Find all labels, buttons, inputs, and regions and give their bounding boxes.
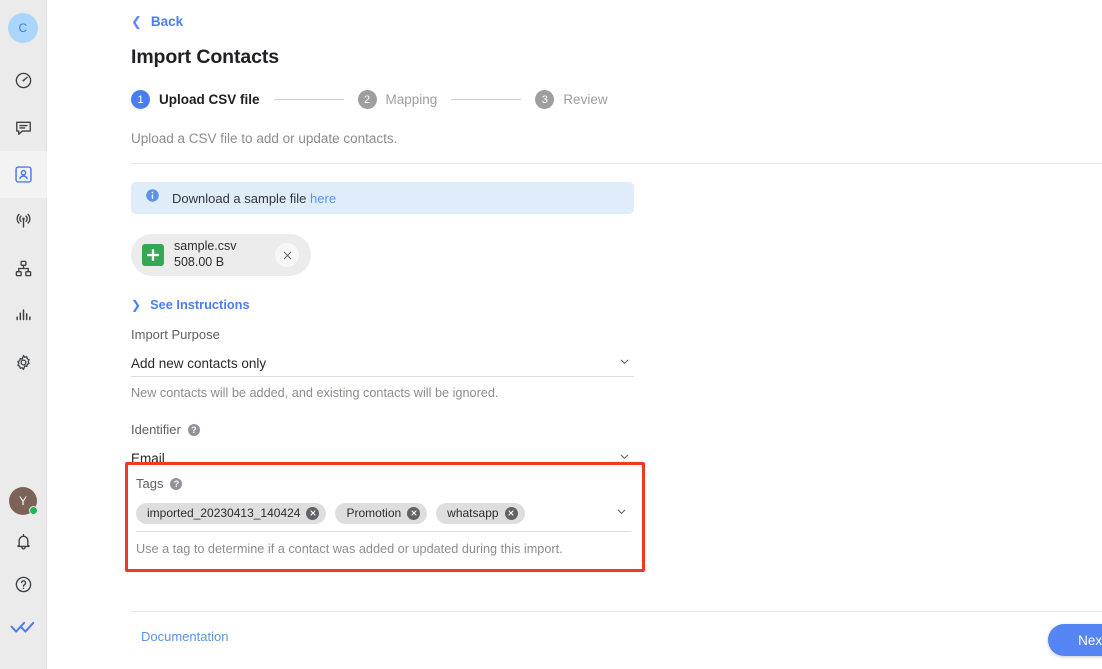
- sidebar-item-broadcasts[interactable]: [0, 198, 47, 245]
- step-number: 3: [535, 90, 555, 109]
- chevron-down-icon[interactable]: [615, 505, 628, 521]
- file-size: 508.00 B: [174, 255, 225, 269]
- see-instructions-toggle[interactable]: ❯ See Instructions: [131, 297, 250, 312]
- app-logo: [10, 608, 36, 651]
- file-meta: sample.csv 508.00 B: [174, 239, 237, 270]
- step-label: Mapping: [385, 92, 438, 107]
- step-connector: [451, 99, 522, 100]
- import-purpose-field: Import Purpose Add new contacts only New…: [131, 327, 634, 400]
- close-icon[interactable]: [306, 506, 320, 520]
- main-content: ❮ Back Import Contacts 1 Upload CSV file…: [47, 0, 1102, 669]
- help-circle-icon: [14, 575, 33, 599]
- info-icon: [145, 188, 160, 208]
- step-number: 2: [357, 90, 377, 109]
- sample-file-link[interactable]: here: [310, 191, 336, 206]
- page-title: Import Contacts: [131, 46, 280, 68]
- bell-icon: [14, 532, 33, 556]
- flow-icon: [14, 259, 33, 278]
- see-instructions-label: See Instructions: [150, 297, 250, 312]
- tags-field: Tags ? imported_20230413_140424 Promotio…: [136, 476, 631, 556]
- broadcast-icon: [14, 212, 33, 231]
- page-subtitle: Upload a CSV file to add or update conta…: [131, 131, 398, 146]
- help-icon[interactable]: ?: [187, 423, 200, 436]
- spreadsheet-icon: [142, 244, 164, 266]
- remove-file-button[interactable]: [275, 243, 299, 267]
- tag-chip-label: Promotion: [346, 506, 402, 520]
- tags-hint: Use a tag to determine if a contact was …: [136, 542, 563, 556]
- next-button[interactable]: Next: [1048, 624, 1102, 656]
- chevron-down-icon: [618, 355, 631, 371]
- chevron-right-icon: ❯: [131, 297, 142, 312]
- tag-chip-label: imported_20230413_140424: [147, 506, 301, 520]
- sidebar-item-dashboard[interactable]: [0, 57, 47, 104]
- banner-text: Download a sample file here: [172, 191, 336, 206]
- sidebar-item-contacts[interactable]: [0, 151, 47, 198]
- uploaded-file-chip: sample.csv 508.00 B: [131, 234, 311, 276]
- sidebar-item-conversations[interactable]: [0, 104, 47, 151]
- identifier-label: Identifier ?: [131, 422, 634, 437]
- analytics-icon: [14, 306, 33, 325]
- online-status-dot: [29, 505, 38, 515]
- settings-icon: [14, 353, 33, 372]
- tags-input-row[interactable]: imported_20230413_140424 Promotion whats…: [136, 501, 631, 532]
- step-review[interactable]: 3 Review: [535, 90, 608, 109]
- import-purpose-value: Add new contacts only: [131, 355, 267, 371]
- contacts-icon: [13, 164, 34, 185]
- chat-icon: [14, 118, 33, 137]
- import-purpose-hint: New contacts will be added, and existing…: [131, 386, 499, 400]
- back-button[interactable]: ❮ Back: [131, 0, 183, 29]
- account-avatar[interactable]: C: [8, 13, 38, 43]
- file-name: sample.csv: [174, 239, 237, 254]
- avatar[interactable]: Y: [9, 486, 38, 515]
- dashboard-icon: [14, 71, 33, 90]
- sidebar-item-settings[interactable]: [0, 339, 47, 386]
- tag-chip[interactable]: whatsapp: [436, 502, 525, 524]
- banner-message: Download a sample file: [172, 190, 311, 206]
- import-purpose-select[interactable]: Add new contacts only: [131, 350, 634, 377]
- step-label: Upload CSV file: [159, 92, 260, 107]
- tag-chip[interactable]: imported_20230413_140424: [136, 502, 327, 524]
- stepper: 1 Upload CSV file 2 Mapping 3 Review: [131, 90, 1102, 109]
- double-check-logo: [10, 619, 36, 640]
- tag-list: imported_20230413_140424 Promotion whats…: [136, 502, 525, 524]
- tags-field-highlight: Tags ? imported_20230413_140424 Promotio…: [125, 462, 645, 572]
- step-mapping[interactable]: 2 Mapping: [357, 90, 438, 109]
- tags-label-text: Tags: [136, 476, 164, 491]
- chevron-left-icon: ❮: [131, 14, 142, 29]
- sidebar: C Y: [0, 0, 47, 669]
- identifier-label-text: Identifier: [131, 422, 181, 437]
- import-purpose-label: Import Purpose: [131, 327, 220, 342]
- tag-chip[interactable]: Promotion: [335, 502, 428, 524]
- close-icon[interactable]: [504, 506, 518, 520]
- tags-label: Tags ?: [136, 476, 631, 491]
- step-upload-csv[interactable]: 1 Upload CSV file: [131, 90, 260, 109]
- sidebar-item-notifications[interactable]: [14, 522, 33, 565]
- app-root: C Y ❮ Back Import Contacts 1 Upload CSV …: [0, 0, 1102, 669]
- sidebar-user-avatar-row[interactable]: Y: [9, 479, 38, 522]
- back-label: Back: [150, 14, 184, 29]
- sample-file-banner: Download a sample file here: [131, 182, 634, 214]
- sidebar-item-flow-builder[interactable]: [0, 245, 47, 292]
- footer-divider: [131, 611, 1102, 612]
- sidebar-item-analytics[interactable]: [0, 292, 47, 339]
- help-icon[interactable]: ?: [170, 477, 183, 490]
- step-number: 1: [131, 90, 150, 109]
- step-label: Review: [563, 92, 608, 107]
- account-avatar-initial: C: [18, 21, 28, 35]
- sidebar-item-help[interactable]: [14, 565, 33, 608]
- step-connector: [273, 99, 344, 100]
- tag-chip-label: whatsapp: [447, 506, 499, 520]
- section-divider: [131, 163, 1102, 164]
- documentation-link[interactable]: Documentation: [141, 629, 228, 644]
- close-icon[interactable]: [407, 506, 421, 520]
- avatar-initial: Y: [18, 493, 27, 508]
